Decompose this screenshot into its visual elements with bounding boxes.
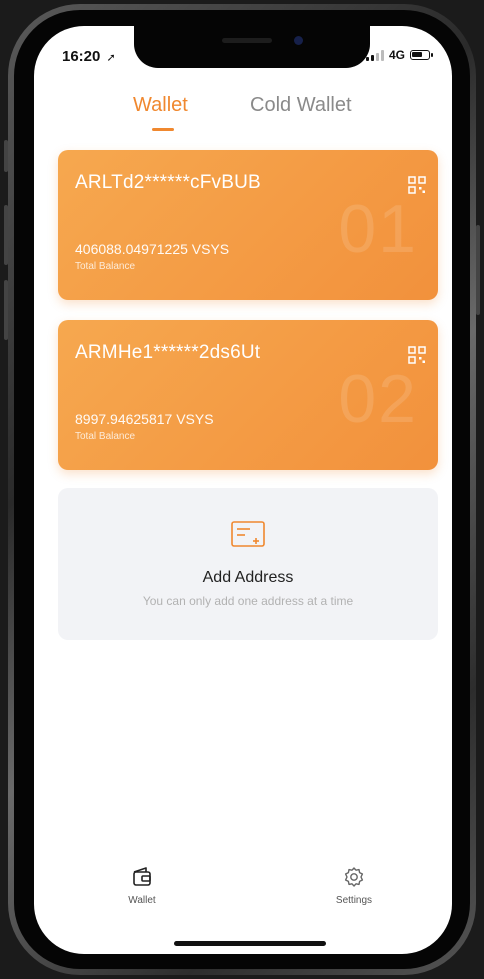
active-tab-indicator [152, 128, 174, 131]
wallet-balance: 406088.04971225 VSYS [75, 241, 230, 257]
network-type: 4G [388, 48, 405, 62]
add-card-icon [230, 520, 266, 555]
status-bar: 16:20 ➚ [62, 48, 116, 65]
nav-item-wallet[interactable]: Wallet [102, 866, 182, 906]
home-indicator[interactable] [174, 941, 326, 946]
battery-icon [410, 50, 433, 60]
wallet-address: ARMHe1******2ds6Ut [75, 342, 261, 363]
tab-wallet[interactable]: Wallet [133, 94, 188, 117]
balance-label: Total Balance [75, 431, 136, 442]
wallet-address: ARLTd2******cFvBUB [75, 172, 261, 193]
nav-label: Wallet [128, 895, 156, 906]
app-screen: 16:20 ➚ 4G Wallet Cold Wallet 01 ARLTd2*… [34, 26, 452, 954]
side-button [476, 225, 480, 315]
add-address-hint: You can only add one address at a time [142, 594, 354, 608]
status-indicators: 4G [365, 48, 433, 62]
wallet-index-watermark: 02 [338, 361, 418, 437]
add-address-card[interactable]: Add Address You can only add one address… [58, 488, 438, 640]
qr-code-icon[interactable] [408, 176, 426, 199]
wallet-icon [131, 867, 153, 892]
side-button [4, 140, 8, 172]
bottom-nav: Wallet Settings [34, 856, 452, 926]
status-time: 16:20 [62, 48, 101, 65]
signal-icon [365, 49, 384, 61]
wallet-card[interactable]: 02 ARMHe1******2ds6Ut 8997.94625817 VSYS… [58, 320, 438, 470]
qr-code-icon[interactable] [408, 346, 426, 369]
nav-item-settings[interactable]: Settings [314, 866, 394, 906]
gear-icon [343, 867, 365, 892]
balance-label: Total Balance [75, 261, 136, 272]
nav-label: Settings [335, 895, 373, 906]
wallet-tabs: Wallet Cold Wallet [34, 94, 452, 134]
add-address-title: Add Address [202, 569, 294, 586]
location-arrow-icon: ➚ [106, 52, 116, 64]
wallet-index-watermark: 01 [338, 191, 418, 267]
front-camera [294, 36, 303, 45]
notch [134, 26, 370, 68]
wallet-card[interactable]: 01 ARLTd2******cFvBUB 406088.04971225 VS… [58, 150, 438, 300]
wallet-balance: 8997.94625817 VSYS [75, 411, 214, 427]
tab-cold-wallet[interactable]: Cold Wallet [250, 94, 352, 117]
speaker [222, 38, 272, 43]
side-button [4, 205, 8, 265]
side-button [4, 280, 8, 340]
